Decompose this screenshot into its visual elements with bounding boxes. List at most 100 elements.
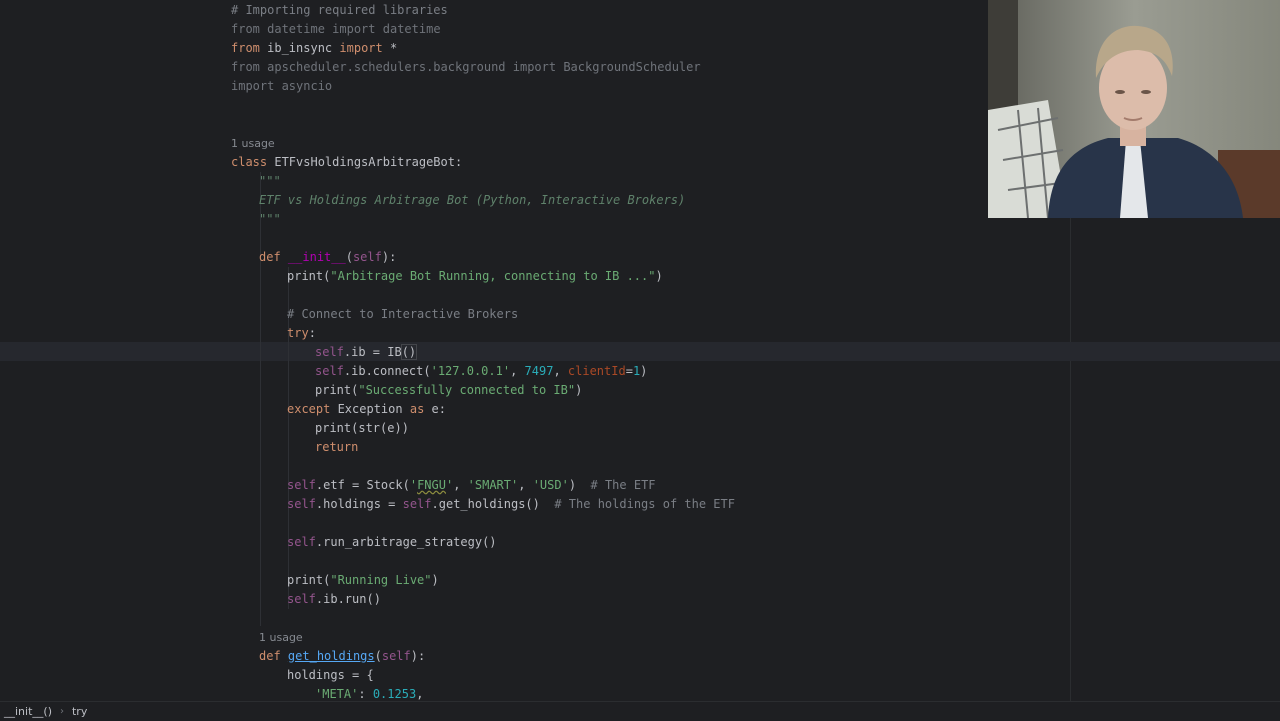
- code-line: self.etf = Stock('FNGU', 'SMART', 'USD')…: [287, 476, 656, 495]
- punct: ):: [410, 649, 426, 663]
- webcam-person-image: [988, 0, 1280, 218]
- keyword-unused: import: [332, 22, 376, 36]
- keyword: try: [287, 326, 309, 340]
- punct: ): [431, 573, 439, 587]
- code-text: .ib = IB: [343, 345, 402, 359]
- code-text: .get_holdings(): [431, 497, 540, 511]
- code-line: # Importing required libraries: [231, 1, 448, 20]
- function-name[interactable]: get_holdings: [288, 649, 375, 663]
- self-keyword: self: [381, 649, 411, 663]
- import-name: datetime: [375, 22, 441, 36]
- docstring: """: [259, 212, 281, 226]
- keyword: as: [409, 402, 425, 416]
- code-line: return: [315, 438, 358, 457]
- code-line: from datetime import datetime: [231, 20, 441, 39]
- docstring: """: [259, 174, 281, 188]
- self-keyword: self: [287, 497, 316, 511]
- code-text: .ib.run(): [315, 592, 381, 606]
- self-keyword: self: [402, 497, 432, 511]
- function-name: __init__: [287, 250, 346, 264]
- matched-paren: (): [400, 344, 418, 360]
- code-line: import asyncio: [231, 77, 332, 96]
- string-literal: '127.0.0.1': [430, 364, 511, 378]
- keyword: return: [315, 440, 359, 454]
- code-line: print(str(e)): [315, 419, 409, 438]
- punct: =: [625, 364, 633, 378]
- builtin-call: print(: [315, 383, 359, 397]
- keyword-unused: from: [231, 22, 260, 36]
- module-name: ib_insync: [259, 41, 340, 55]
- webcam-overlay: [988, 0, 1280, 218]
- code-text: .etf = Stock(: [315, 478, 410, 492]
- punct: ):: [381, 250, 397, 264]
- string-literal: 'USD': [532, 478, 569, 492]
- docstring: ETF vs Holdings Arbitrage Bot (Python, I…: [259, 193, 686, 207]
- code-text: print(str(e)): [315, 421, 409, 435]
- breadcrumb-item-init[interactable]: __init__(): [0, 705, 56, 718]
- keyword: import: [339, 41, 383, 55]
- self-keyword: self: [287, 592, 316, 606]
- comment: # Importing required libraries: [231, 3, 448, 17]
- current-line-highlight: [0, 342, 1280, 361]
- code-line: from apscheduler.schedulers.background i…: [231, 58, 701, 77]
- usage-hint[interactable]: 1 usage: [259, 628, 303, 647]
- chevron-right-icon: ›: [59, 706, 64, 717]
- code-line: ETF vs Holdings Arbitrage Bot (Python, I…: [259, 191, 685, 210]
- unused-import: import asyncio: [231, 79, 333, 93]
- number-literal: 0.1253: [372, 687, 417, 701]
- code-text: holdings = {: [287, 668, 374, 682]
- self-keyword: self: [315, 345, 344, 359]
- usage-hint[interactable]: 1 usage: [231, 134, 275, 153]
- string-literal: "Running Live": [330, 573, 432, 587]
- exception-class: Exception: [330, 402, 410, 416]
- class-name: ETFvsHoldingsArbitrageBot:: [267, 155, 463, 169]
- code-line: 'META': 0.1253,: [315, 687, 424, 701]
- code-line: self.run_arbitrage_strategy(): [287, 533, 497, 552]
- code-text: .run_arbitrage_strategy(): [315, 535, 497, 549]
- code-text: .ib.connect(: [343, 364, 431, 378]
- punct: ): [568, 478, 577, 492]
- code-line: def __init__(self):: [259, 248, 396, 267]
- indent-guide: [260, 172, 261, 626]
- keyword: def: [259, 250, 281, 264]
- builtin-call: print(: [287, 269, 331, 283]
- usage-hint-label[interactable]: 1 usage: [231, 137, 275, 150]
- code-line: self.holdings = self.get_holdings() # Th…: [287, 495, 735, 514]
- punct: ,: [518, 478, 533, 492]
- code-line: self.ib.run(): [287, 590, 381, 609]
- punct: (: [374, 649, 382, 663]
- builtin-call: print(: [287, 573, 331, 587]
- punct: :: [308, 326, 316, 340]
- punct: ,: [510, 364, 525, 378]
- comment: # The ETF: [590, 478, 656, 492]
- breadcrumb: __init__() › try: [0, 701, 1280, 721]
- code-line: self.ib = IB(): [315, 343, 418, 362]
- module-name: datetime: [259, 22, 333, 36]
- code-line: print("Arbitrage Bot Running, connecting…: [287, 267, 663, 286]
- string-literal: "Arbitrage Bot Running, connecting to IB…: [330, 269, 656, 283]
- punct: ): [575, 383, 583, 397]
- spelling-warning[interactable]: FNGU: [417, 478, 446, 492]
- self-keyword: self: [287, 478, 316, 492]
- punct: :: [358, 687, 366, 701]
- keyword: def: [259, 649, 281, 663]
- breadcrumb-item-try[interactable]: try: [68, 705, 91, 718]
- code-line: class ETFvsHoldingsArbitrageBot:: [231, 153, 462, 172]
- code-line: print("Successfully connected to IB"): [315, 381, 582, 400]
- string-literal: 'META': [315, 687, 359, 701]
- code-line: # Connect to Interactive Brokers: [287, 305, 518, 324]
- code-line: print("Running Live"): [287, 571, 439, 590]
- self-keyword: self: [287, 535, 316, 549]
- code-line: except Exception as e:: [287, 400, 446, 419]
- named-param: clientId: [567, 364, 626, 378]
- keyword: class: [231, 155, 268, 169]
- code-line: self.ib.connect('127.0.0.1', 7497, clien…: [315, 362, 647, 381]
- code-line: """: [259, 172, 281, 191]
- punct: ,: [453, 478, 468, 492]
- code-line: """: [259, 210, 281, 229]
- keyword: except: [287, 402, 331, 416]
- code-line: from ib_insync import *: [231, 39, 397, 58]
- usage-hint-label[interactable]: 1 usage: [259, 631, 303, 644]
- import-name: *: [382, 41, 398, 55]
- code-text: .holdings =: [315, 497, 403, 511]
